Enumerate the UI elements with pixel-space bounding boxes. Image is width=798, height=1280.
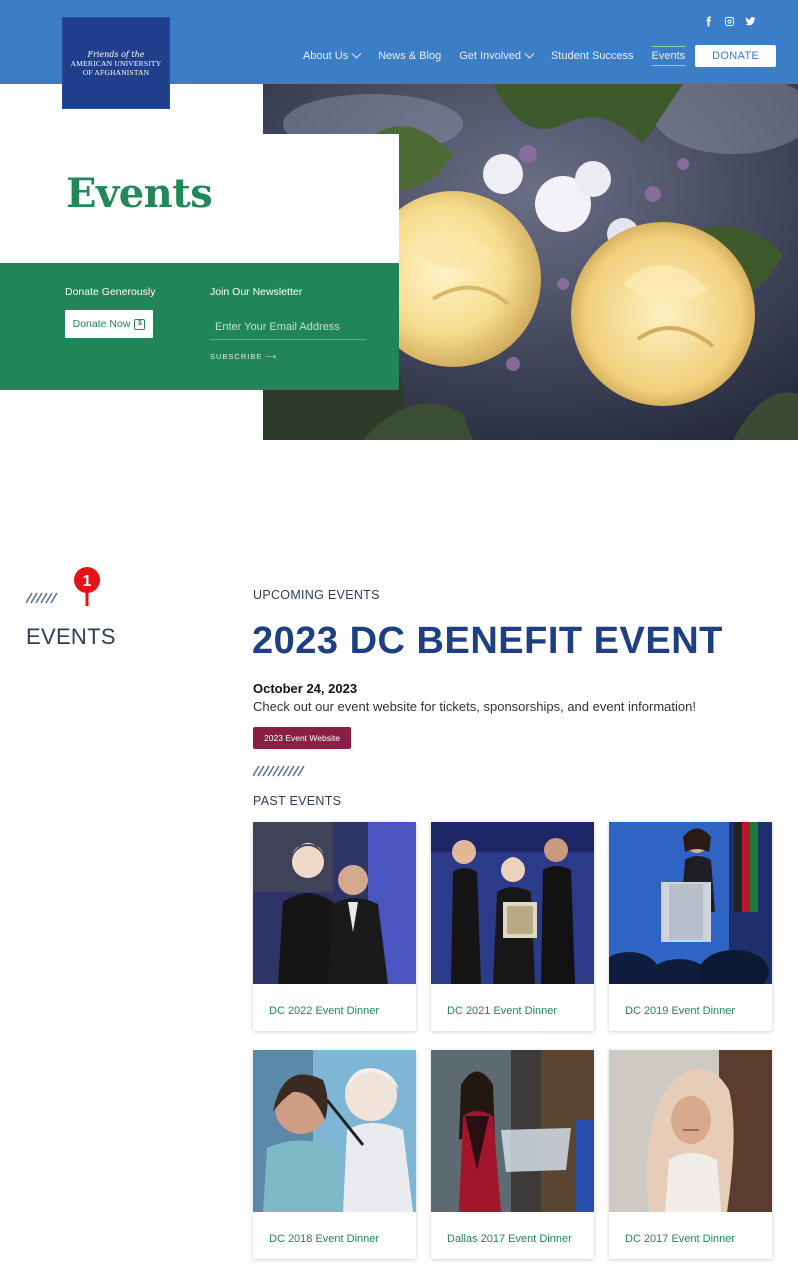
sidebar-title: EVENTS xyxy=(26,624,116,649)
event-caption: DC 2019 Event Dinner xyxy=(625,1005,736,1017)
nav-events[interactable]: Events xyxy=(651,46,686,66)
event-description: Check out our event website for tickets,… xyxy=(253,699,696,714)
decorative-stripes xyxy=(26,592,58,604)
instagram-icon[interactable] xyxy=(724,16,735,27)
event-photo xyxy=(253,822,416,984)
event-card[interactable]: DC 2017 Event Dinner xyxy=(609,1050,772,1259)
social-links xyxy=(703,16,756,27)
event-photo xyxy=(253,1050,416,1212)
donate-heading: Donate Generously xyxy=(65,286,156,298)
email-field[interactable] xyxy=(210,314,366,340)
facebook-icon[interactable] xyxy=(703,16,714,27)
event-caption: Dallas 2017 Event Dinner xyxy=(447,1233,572,1245)
site-logo[interactable]: Friends of the AMERICAN UNIVERSITY OF AF… xyxy=(62,17,170,109)
event-card[interactable]: DC 2022 Event Dinner xyxy=(253,822,416,1031)
map-marker-icon: 1 xyxy=(74,567,100,606)
event-photo xyxy=(431,822,594,984)
nav-get-involved[interactable]: Get Involved xyxy=(459,46,535,66)
event-photo xyxy=(609,1050,772,1212)
donate-now-label: Donate Now xyxy=(72,318,131,330)
nav-about-us[interactable]: About Us xyxy=(302,46,362,66)
nav-label: Student Success xyxy=(550,50,634,62)
event-title: 2023 DC BENEFIT EVENT xyxy=(252,620,723,662)
nav-label: Events xyxy=(651,50,686,62)
event-caption: DC 2021 Event Dinner xyxy=(447,1005,558,1017)
event-website-button[interactable]: 2023 Event Website xyxy=(253,727,351,749)
main-nav: About Us News & Blog Get Involved Studen… xyxy=(285,45,776,67)
event-card[interactable]: Dallas 2017 Event Dinner xyxy=(431,1050,594,1259)
chevron-down-icon xyxy=(351,48,362,59)
event-photo xyxy=(431,1050,594,1212)
event-card[interactable]: DC 2019 Event Dinner xyxy=(609,822,772,1031)
event-caption: DC 2022 Event Dinner xyxy=(269,1005,380,1017)
event-caption: DC 2017 Event Dinner xyxy=(625,1233,736,1245)
marker-number: 1 xyxy=(83,573,92,590)
nav-label: News & Blog xyxy=(378,50,442,62)
event-card[interactable]: DC 2021 Event Dinner xyxy=(431,822,594,1031)
logo-line-3: OF AFGHANISTAN xyxy=(82,67,150,77)
nav-news-blog[interactable]: News & Blog xyxy=(378,46,441,66)
nav-label: About Us xyxy=(302,50,349,62)
nav-student-success[interactable]: Student Success xyxy=(551,46,634,66)
page-title: Events xyxy=(66,170,213,217)
subscribe-link[interactable]: SUBSCRIBE ⟶ xyxy=(210,352,277,361)
twitter-icon[interactable] xyxy=(745,16,756,27)
event-photo xyxy=(609,822,772,984)
past-events-label: PAST EVENTS xyxy=(253,794,342,808)
donate-now-button[interactable]: Donate Now $ xyxy=(65,310,153,338)
logo-line-1: Friends of the xyxy=(87,49,145,59)
decorative-stripes xyxy=(253,765,305,777)
event-date: October 24, 2023 xyxy=(253,681,358,696)
event-caption: DC 2018 Event Dinner xyxy=(269,1233,380,1245)
upcoming-section-label: UPCOMING EVENTS xyxy=(253,588,380,602)
event-card[interactable]: DC 2018 Event Dinner xyxy=(253,1050,416,1259)
donate-button[interactable]: DONATE xyxy=(695,45,776,67)
donate-icon: $ xyxy=(134,318,146,330)
chevron-down-icon xyxy=(524,48,535,59)
nav-label: Get Involved xyxy=(459,50,521,62)
newsletter-heading: Join Our Newsletter xyxy=(210,286,303,298)
logo-line-2: AMERICAN UNIVERSITY xyxy=(70,58,162,68)
